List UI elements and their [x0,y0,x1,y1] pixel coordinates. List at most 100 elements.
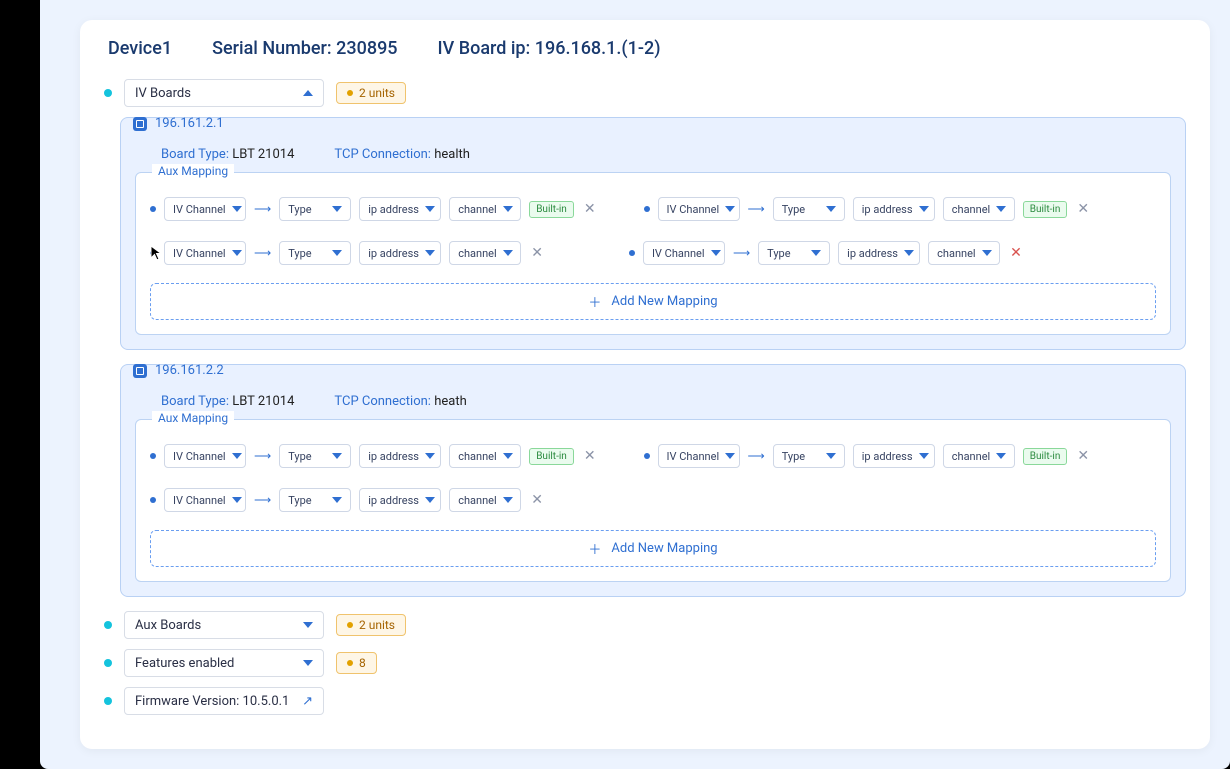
row-dot-icon [150,453,156,459]
channel-select[interactable]: channel [449,488,521,512]
link-icon: ⟶ [254,493,271,507]
builtin-badge: Built-in [1023,201,1068,218]
type-select[interactable]: Type [279,444,351,468]
iv-boards-label: IV Boards [135,86,191,101]
tcp-connection-2: TCP Connection: heath [334,394,466,409]
chevron-down-icon [303,622,313,628]
serial-number: Serial Number: 230895 [212,38,397,59]
link-icon: ⟶ [254,449,271,463]
firmware-version-field: Firmware Version: 10.5.0.1 ↗ [124,687,324,715]
section-indicator-icon [104,89,112,97]
board-chip-icon [133,117,147,131]
device-card: Device1 Serial Number: 230895 IV Board i… [80,20,1210,749]
iv-channel-select[interactable]: IV Channel [164,488,246,512]
ip-address-select[interactable]: ip address [359,241,441,265]
channel-select[interactable]: channel [943,444,1015,468]
iv-channel-select[interactable]: IV Channel [164,241,246,265]
external-link-icon[interactable]: ↗ [302,694,313,709]
features-count-badge: 8 [336,652,377,674]
remove-mapping-button[interactable]: ✕ [1008,245,1024,261]
channel-select[interactable]: channel [449,444,521,468]
ip-address-select[interactable]: ip address [838,241,920,265]
remove-mapping-button[interactable]: ✕ [1075,201,1091,217]
iv-boards-select[interactable]: IV Boards [124,79,324,107]
channel-select[interactable]: channel [449,197,521,221]
aux-mapping-legend: Aux Mapping [152,411,234,425]
remove-mapping-button[interactable]: ✕ [582,448,598,464]
link-icon: ⟶ [748,449,765,463]
aux-mapping-legend: Aux Mapping [152,164,234,178]
aux-boards-label: Aux Boards [135,618,201,633]
add-new-mapping-button[interactable]: ＋ Add New Mapping [150,530,1156,567]
row-dot-icon [150,206,156,212]
iv-channel-select[interactable]: IV Channel [658,197,740,221]
device-name: Device1 [108,38,172,59]
tcp-connection-1: TCP Connection: health [334,147,470,162]
builtin-badge: Built-in [1023,448,1068,465]
aux-boards-count-badge: 2 units [336,614,406,636]
ip-address-select[interactable]: ip address [853,444,935,468]
remove-mapping-button[interactable]: ✕ [529,245,545,261]
plus-icon: ＋ [588,292,601,311]
cursor-icon [150,245,166,261]
section-indicator-icon [104,621,112,629]
board-ip-1: 196.161.2.1 [155,116,224,131]
type-select[interactable]: Type [773,444,845,468]
channel-select[interactable]: channel [943,197,1015,221]
link-icon: ⟶ [254,202,271,216]
firmware-label: Firmware Version: [135,694,239,709]
ip-address-select[interactable]: ip address [359,488,441,512]
builtin-badge: Built-in [529,448,574,465]
mapping-row: IV Channel ⟶ Type ip address channel ✕ [150,480,1156,520]
iv-board-ip: IV Board ip: 196.168.1.(1-2) [438,38,661,59]
ip-address-select[interactable]: ip address [359,197,441,221]
mapping-row: IV Channel ⟶ Type ip address channel ✕ I… [150,233,1156,273]
channel-select[interactable]: channel [928,241,1000,265]
board-chip-icon [133,364,147,378]
remove-mapping-button[interactable]: ✕ [529,492,545,508]
features-label: Features enabled [135,656,234,671]
type-select[interactable]: Type [279,197,351,221]
link-icon: ⟶ [748,202,765,216]
row-dot-icon [150,497,156,503]
channel-select[interactable]: channel [449,241,521,265]
section-indicator-icon [104,697,112,705]
chevron-up-icon [303,90,313,96]
type-select[interactable]: Type [758,241,830,265]
board-type-1: Board Type: LBT 21014 [161,147,294,162]
builtin-badge: Built-in [529,201,574,218]
link-icon: ⟶ [254,246,271,260]
device-header: Device1 Serial Number: 230895 IV Board i… [104,38,1186,59]
row-dot-icon [644,206,650,212]
iv-channel-select[interactable]: IV Channel [658,444,740,468]
board-panel-1: 196.161.2.1 Board Type: LBT 21014 TCP Co… [120,117,1186,350]
iv-channel-select[interactable]: IV Channel [164,444,246,468]
firmware-value: 10.5.0.1 [243,694,290,709]
aux-mapping-box-2: Aux Mapping IV Channel ⟶ Type ip address… [135,419,1171,582]
ip-address-select[interactable]: ip address [853,197,935,221]
iv-channel-select[interactable]: IV Channel [643,241,725,265]
add-new-mapping-button[interactable]: ＋ Add New Mapping [150,283,1156,320]
iv-boards-count-badge: 2 units [336,82,406,104]
chevron-down-icon [303,660,313,666]
plus-icon: ＋ [588,539,601,558]
board-ip-2: 196.161.2.2 [155,363,224,378]
type-select[interactable]: Type [279,241,351,265]
row-dot-icon [629,250,635,256]
type-select[interactable]: Type [773,197,845,221]
features-enabled-select[interactable]: Features enabled [124,649,324,677]
aux-boards-select[interactable]: Aux Boards [124,611,324,639]
board-panel-2: 196.161.2.2 Board Type: LBT 21014 TCP Co… [120,364,1186,597]
mapping-row: IV Channel ⟶ Type ip address channel Bui… [150,189,1156,229]
ip-address-select[interactable]: ip address [359,444,441,468]
board-type-2: Board Type: LBT 21014 [161,394,294,409]
section-indicator-icon [104,659,112,667]
type-select[interactable]: Type [279,488,351,512]
mapping-row: IV Channel ⟶ Type ip address channel Bui… [150,436,1156,476]
row-dot-icon [644,453,650,459]
iv-channel-select[interactable]: IV Channel [164,197,246,221]
remove-mapping-button[interactable]: ✕ [1075,448,1091,464]
link-icon: ⟶ [733,246,750,260]
aux-mapping-box-1: Aux Mapping IV Channel ⟶ Type ip address… [135,172,1171,335]
remove-mapping-button[interactable]: ✕ [582,201,598,217]
